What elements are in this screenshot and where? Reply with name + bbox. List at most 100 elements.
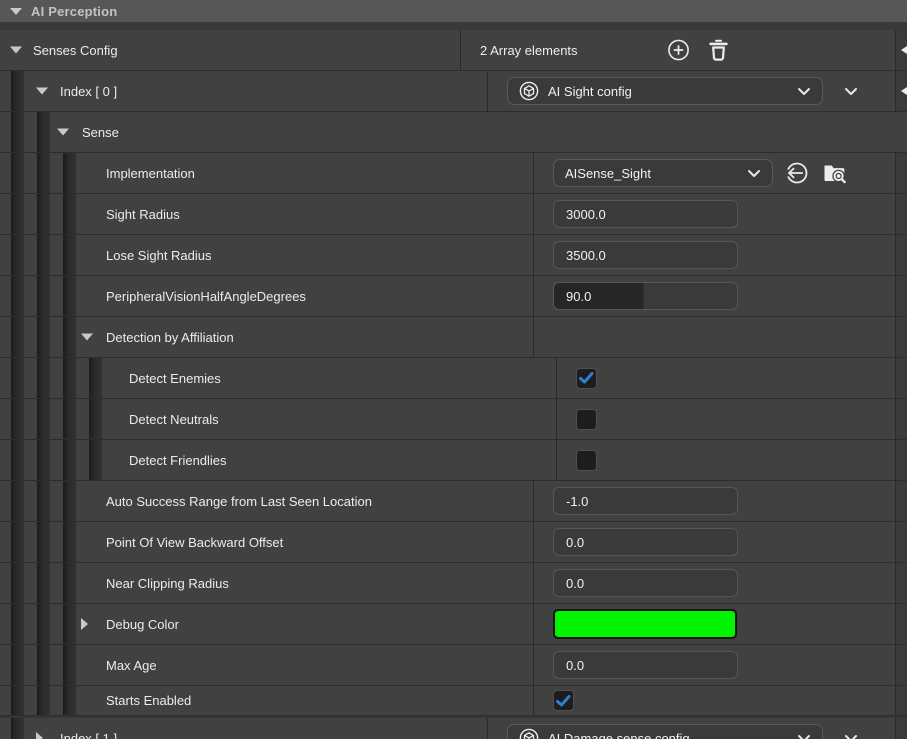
indent-guide (63, 645, 76, 685)
indent-guide (63, 563, 76, 603)
indent-guide (37, 358, 50, 398)
indent-guide (37, 276, 50, 316)
detect-friendlies-checkbox[interactable] (576, 449, 597, 471)
indent-guide (11, 194, 24, 234)
use-selected-asset-button[interactable] (785, 161, 809, 185)
row-gutter (895, 645, 907, 685)
chevron-down-icon (797, 734, 811, 739)
indent-guide (11, 645, 24, 685)
indent-guide (89, 358, 102, 398)
property-row-detect-friendlies: Detect Friendlies (0, 440, 907, 481)
expander-arrow-icon[interactable] (81, 618, 88, 630)
asset-cube-icon (519, 728, 539, 739)
implementation-class-dropdown[interactable]: AISense_Sight (553, 159, 773, 187)
numeric-value: 3000.0 (566, 206, 606, 222)
numeric-value: 0.0 (566, 575, 585, 591)
details-panel: AI Perception Senses Config 2 Array elem… (0, 0, 907, 739)
property-label: Point Of View Backward Offset (106, 534, 284, 550)
property-row-peripheral-vision-half-angle: PeripheralVisionHalfAngleDegrees 90.0 (0, 276, 907, 317)
numeric-value: 3500.0 (566, 247, 606, 263)
category-title: AI Perception (31, 3, 118, 19)
property-row-detect-neutrals: Detect Neutrals (0, 399, 907, 440)
pov-backward-offset-input[interactable]: 0.0 (553, 528, 738, 556)
max-age-input[interactable]: 0.0 (553, 651, 738, 679)
indent-guide (37, 563, 50, 603)
indent-guide (11, 440, 24, 480)
property-label: Detect Enemies (129, 370, 221, 386)
asset-cube-icon (519, 81, 539, 101)
row-gutter (895, 563, 907, 603)
delete-array-elements-button[interactable] (708, 39, 729, 62)
row-gutter (895, 399, 907, 439)
indent-guide (89, 440, 102, 480)
expander-arrow-icon[interactable] (36, 87, 48, 95)
property-row-max-age: Max Age 0.0 (0, 645, 907, 686)
property-row-senses-config: Senses Config 2 Array elements (0, 30, 907, 71)
row-gutter (895, 718, 907, 739)
expander-arrow-icon[interactable] (81, 333, 93, 341)
reset-arrow-icon[interactable] (901, 85, 907, 97)
row-gutter (895, 358, 907, 398)
sight-radius-input[interactable]: 3000.0 (553, 200, 738, 228)
starts-enabled-checkbox[interactable] (553, 690, 574, 711)
property-label: Auto Success Range from Last Seen Locati… (106, 493, 372, 509)
expander-arrow-icon[interactable] (10, 46, 22, 54)
indent-guide (63, 399, 76, 439)
lose-sight-radius-input[interactable]: 3500.0 (553, 241, 738, 269)
expander-arrow-icon[interactable] (36, 732, 43, 739)
indent-guide (37, 645, 50, 685)
property-row-auto-success-range: Auto Success Range from Last Seen Locati… (0, 481, 907, 522)
property-row-near-clipping-radius: Near Clipping Radius 0.0 (0, 563, 907, 604)
detect-neutrals-checkbox[interactable] (576, 408, 597, 430)
indent-guide (63, 235, 76, 275)
row-gutter (895, 30, 907, 70)
browse-to-asset-button[interactable] (822, 161, 847, 185)
element-options-dropdown[interactable] (844, 734, 858, 739)
auto-success-range-input[interactable]: -1.0 (553, 487, 738, 515)
numeric-value: -1.0 (566, 493, 589, 509)
property-row-index-1: Index [ 1 ] AI Damage sense config (0, 718, 907, 739)
sense-config-class-dropdown[interactable]: AI Sight config (507, 77, 823, 105)
indent-guide (37, 112, 50, 152)
property-label: Debug Color (106, 616, 179, 632)
indent-guide (11, 718, 24, 739)
indent-guide (11, 481, 24, 521)
struct-header-detection-by-affiliation: Detection by Affiliation (0, 317, 907, 358)
indent-guide (37, 604, 50, 644)
row-gutter (895, 522, 907, 562)
indent-guide (11, 317, 24, 357)
indent-guide (63, 604, 76, 644)
header-divider (0, 22, 907, 30)
property-label: Implementation (106, 165, 195, 181)
indent-guide (11, 235, 24, 275)
indent-guide (11, 71, 24, 111)
element-options-dropdown[interactable] (844, 87, 858, 96)
property-label: Index [ 0 ] (60, 83, 118, 99)
near-clipping-radius-input[interactable]: 0.0 (553, 569, 738, 597)
property-label: Senses Config (33, 42, 118, 58)
indent-guide (63, 522, 76, 562)
peripheral-vision-angle-slider[interactable]: 90.0 (553, 282, 738, 310)
expander-arrow-icon[interactable] (10, 7, 22, 15)
property-row-lose-sight-radius: Lose Sight Radius 3500.0 (0, 235, 907, 276)
checkmark-icon (556, 694, 571, 706)
indent-guide (63, 358, 76, 398)
numeric-value: 0.0 (566, 657, 585, 673)
sense-config-class-dropdown[interactable]: AI Damage sense config (507, 724, 823, 739)
property-row-implementation: Implementation AISense_Sight (0, 153, 907, 194)
indent-guide (63, 194, 76, 234)
numeric-value: 90.0 (566, 288, 592, 304)
indent-guide (63, 686, 76, 715)
row-gutter (895, 440, 907, 480)
indent-guide (37, 440, 50, 480)
property-row-pov-backward-offset: Point Of View Backward Offset 0.0 (0, 522, 907, 563)
expander-arrow-icon[interactable] (57, 128, 69, 136)
detect-enemies-checkbox[interactable] (576, 367, 597, 389)
property-row-detect-enemies: Detect Enemies (0, 358, 907, 399)
debug-color-swatch[interactable] (553, 609, 737, 639)
property-label: Near Clipping Radius (106, 575, 229, 591)
indent-guide (37, 153, 50, 193)
reset-arrow-icon[interactable] (901, 44, 907, 56)
indent-guide (63, 317, 76, 357)
add-array-element-button[interactable] (667, 39, 690, 62)
